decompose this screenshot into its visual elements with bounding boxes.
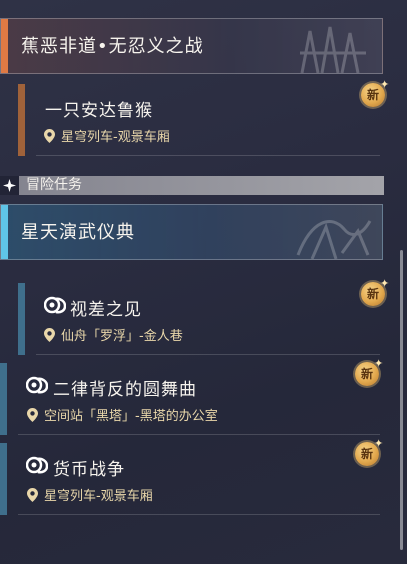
mission-divider — [18, 434, 380, 435]
mission-item[interactable]: 二律背反的圆舞曲 空间站「黑塔」-黑塔的办公室 新 ✦ — [0, 357, 383, 435]
location-pin-icon — [27, 408, 38, 422]
location-pin-icon — [44, 328, 55, 342]
mission-divider — [18, 514, 380, 515]
quest-accent-bar — [1, 205, 8, 259]
mission-location: 星穹列车-观景车厢 — [44, 489, 153, 504]
sparkle-icon: ✦ — [374, 437, 384, 450]
new-badge: 新 ✦ — [358, 78, 392, 110]
diamond-star-icon — [0, 176, 19, 195]
mission-item[interactable]: 视差之见 仙舟「罗浮」-金人巷 新 ✦ — [0, 277, 389, 355]
mission-bar — [0, 443, 7, 515]
mission-name: 一只安达鲁猴 — [45, 101, 153, 121]
mission-divider — [36, 354, 380, 355]
scrollbar[interactable] — [400, 250, 403, 550]
mission-location: 星穹列车-观景车厢 — [61, 130, 170, 145]
quest-emblem-icon — [300, 26, 366, 73]
mission-location: 空间站「黑塔」-黑塔的办公室 — [44, 409, 218, 424]
adventure-mission-icon — [44, 296, 66, 314]
quest-title: 星天演武仪典 — [21, 222, 135, 243]
mission-bar — [18, 283, 25, 355]
sparkle-icon: ✦ — [380, 78, 390, 91]
adventure-mission-icon — [26, 376, 48, 394]
section-header-adventure: 冒险任务 — [0, 176, 384, 195]
adventure-mission-icon — [26, 456, 48, 474]
sparkle-icon: ✦ — [374, 357, 384, 370]
location-pin-icon — [44, 129, 55, 143]
new-badge: 新 ✦ — [358, 277, 392, 309]
quest-emblem-icon — [296, 220, 372, 259]
mission-location: 仙舟「罗浮」-金人巷 — [61, 329, 183, 344]
mission-item[interactable]: 货币战争 星穹列车-观景车厢 新 ✦ — [0, 437, 383, 515]
mission-item[interactable]: 一只安达鲁猴 星穹列车-观景车厢 新 ✦ — [0, 78, 389, 156]
mission-bar — [0, 363, 7, 435]
location-pin-icon — [27, 488, 38, 502]
sparkle-icon: ✦ — [380, 277, 390, 290]
mission-name: 货币战争 — [53, 460, 125, 480]
quest-title: 蕉恶非道•无忍义之战 — [21, 36, 204, 57]
mission-divider — [36, 155, 380, 156]
quest-accent-bar — [1, 19, 8, 73]
new-badge: 新 ✦ — [352, 357, 386, 389]
mission-bar — [18, 84, 25, 156]
section-label: 冒险任务 — [26, 177, 82, 193]
quest-header-main[interactable]: 蕉恶非道•无忍义之战 — [0, 18, 383, 74]
mission-name: 视差之见 — [70, 300, 142, 320]
new-badge: 新 ✦ — [352, 437, 386, 469]
quest-header-adventure[interactable]: 星天演武仪典 — [0, 204, 383, 260]
mission-name: 二律背反的圆舞曲 — [53, 380, 197, 400]
